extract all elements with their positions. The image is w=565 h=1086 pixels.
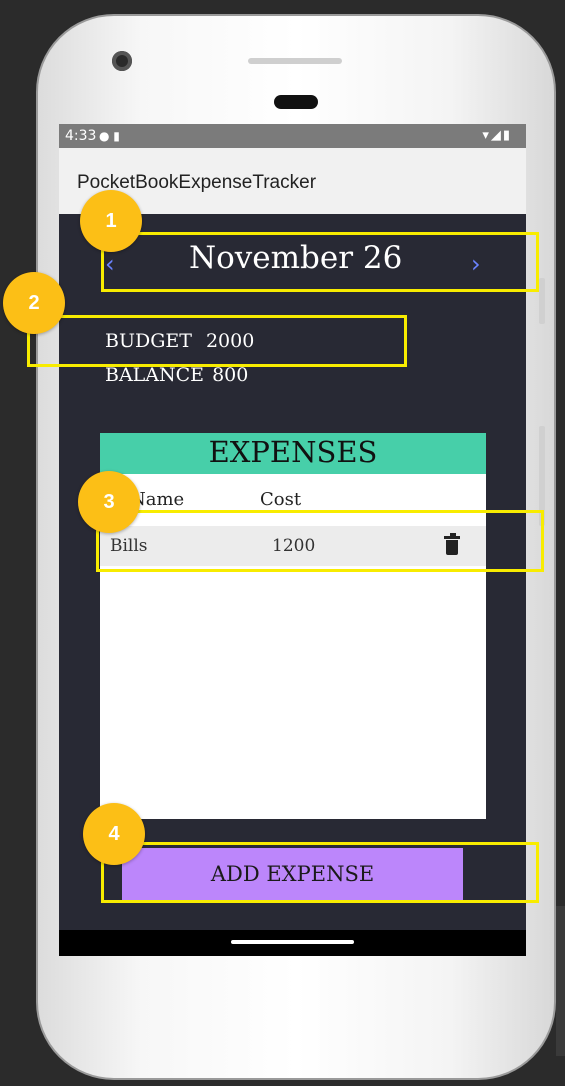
notification-icons: ● ▮ xyxy=(99,129,120,143)
highlight-add-expense xyxy=(101,842,539,903)
volume-button xyxy=(539,278,545,324)
balance-value: 800 xyxy=(212,364,249,386)
annotation-badge-3: 3 xyxy=(78,471,140,533)
expenses-card: EXPENSES Name Cost Bills 1200 xyxy=(100,433,486,819)
balance-summary: BALANCE 800 xyxy=(105,364,248,386)
highlight-budget xyxy=(27,315,407,367)
annotation-badge-1: 1 xyxy=(80,190,142,252)
annotation-badge-4: 4 xyxy=(83,803,145,865)
highlight-expense-row xyxy=(96,510,544,572)
navigation-bar xyxy=(59,930,526,956)
expenses-heading: EXPENSES xyxy=(208,435,378,469)
column-header-cost: Cost xyxy=(260,489,302,510)
status-time: 4:33 xyxy=(65,128,97,144)
front-camera xyxy=(112,51,132,71)
home-gesture-bar[interactable] xyxy=(231,940,354,944)
status-bar: 4:33 ● ▮ ▾◢▮ xyxy=(59,124,526,148)
expenses-header: EXPENSES xyxy=(100,433,486,474)
highlight-date-navigator xyxy=(101,232,539,292)
speaker-grill xyxy=(248,58,342,64)
ide-edge-fragment xyxy=(556,906,565,1056)
balance-label: BALANCE xyxy=(105,364,205,386)
annotation-badge-2: 2 xyxy=(3,272,65,334)
earpiece xyxy=(274,95,318,109)
system-status-icons: ▾◢▮ xyxy=(482,128,512,143)
